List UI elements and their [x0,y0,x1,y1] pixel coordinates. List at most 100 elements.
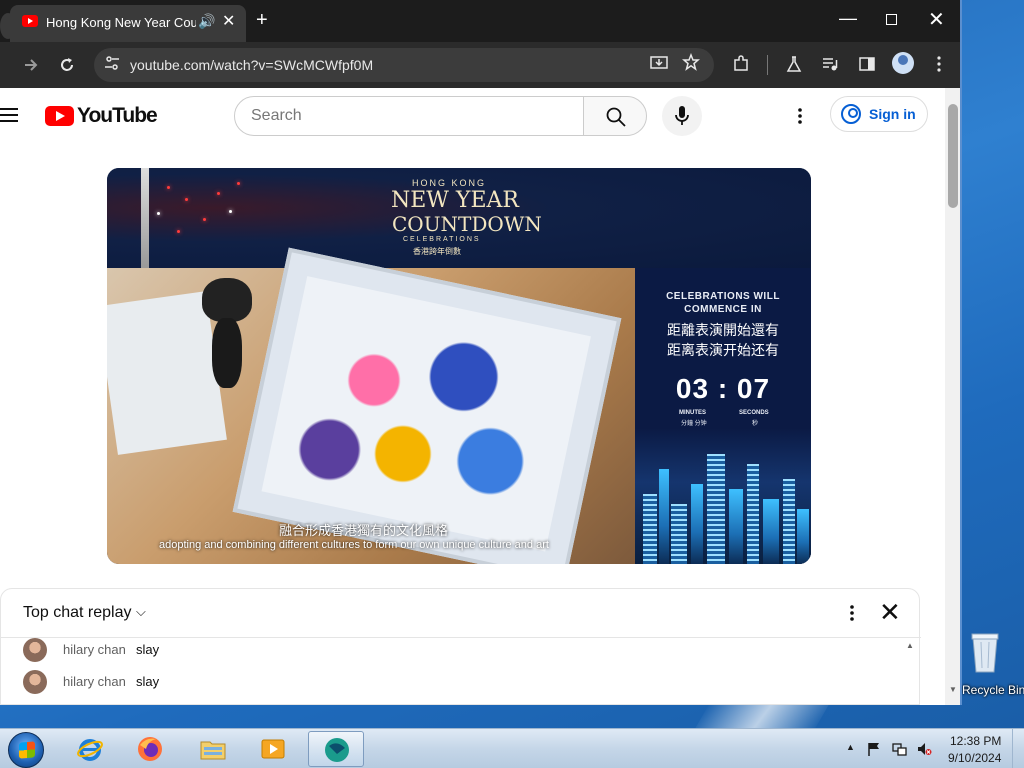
toolbar-separator [767,55,768,75]
address-bar[interactable]: youtube.com/watch?v=SWcMCWfpf0M [94,48,714,82]
windows-logo-icon [19,741,35,759]
chat-scroll-up-icon[interactable]: ▲ [906,641,914,650]
taskbar-firefox[interactable] [122,731,178,767]
city-skyline [635,428,811,564]
tray-overflow-arrow[interactable]: ▲ [846,742,855,752]
site-info-icon[interactable] [104,55,120,71]
tab-strip: Hong Kong New Year Coun 🔊 ✕ + — ✕ [0,0,960,42]
search-input[interactable]: Search [234,96,584,136]
taskbar-media-player[interactable] [245,731,301,767]
youtube-logo-icon[interactable] [45,106,74,126]
chat-author-avatar[interactable] [23,670,47,694]
show-desktop-button[interactable] [1012,729,1024,768]
chat-close-icon[interactable]: ✕ [879,597,901,628]
taskbar-internet-explorer[interactable] [62,731,118,767]
artwork-card-main [232,247,622,564]
guide-menu-icon[interactable] [0,108,18,122]
browser-tab-youtube[interactable]: Hong Kong New Year Coun 🔊 ✕ [0,5,246,42]
network-icon[interactable] [891,741,907,757]
window-maximize-button[interactable] [886,14,897,25]
chat-message-text: slay [136,674,160,689]
countdown-panel: CELEBRATIONS WILL COMMENCE IN 距離表演開始還有 距… [635,268,811,564]
volume-muted-icon[interactable] [916,741,932,757]
skyline-building [643,494,657,564]
forward-icon[interactable] [22,56,40,74]
skyline-building [707,454,725,564]
firework-spark [167,186,170,189]
clock-time[interactable]: 12:38 PM [950,734,1001,748]
firefox-icon [138,737,162,761]
bookmark-star-icon[interactable] [682,53,700,71]
youtube-header: YouTube Search Sign in [0,88,945,144]
chat-mode-selector[interactable]: Top chat replay [23,604,132,622]
skyline-building [691,484,703,564]
overlay-countdown: COUNTDOWN [392,212,542,236]
page-scrollbar-thumb[interactable] [948,104,958,208]
voice-search-button[interactable] [662,96,702,136]
cat-figurine-head [202,278,252,322]
sign-in-label: Sign in [869,106,916,122]
labs-flask-icon[interactable] [785,55,803,73]
window-close-button[interactable]: ✕ [928,7,945,32]
tab-close-icon[interactable]: ✕ [222,11,235,31]
tab-title: Hong Kong New Year Coun [46,15,196,30]
firework-spark [157,212,160,215]
overlay-chinese-title: 香港跨年倒數 [413,247,461,256]
youtube-favicon-icon [22,15,38,27]
microphone-icon [675,106,689,125]
browser-window: Hong Kong New Year Coun 🔊 ✕ + — ✕ youtub… [0,0,962,705]
profile-avatar-icon[interactable] [892,52,914,74]
firework-spark [185,198,188,201]
cat-figurine-body [212,318,242,388]
skyline-building [729,489,743,564]
start-button[interactable] [8,732,44,768]
search-button[interactable] [583,96,647,136]
recycle-bin-icon [971,633,999,673]
video-frame-artwork: 融合形成香港獨有的文化風格 adopting and combining dif… [107,247,635,564]
chat-author-name[interactable]: hilary chan [63,674,126,689]
tower-graphic [141,168,149,268]
video-player[interactable]: HONG KONG NEW YEAR COUNTDOWN CELEBRATION… [107,168,811,564]
taskbar-file-explorer[interactable] [185,731,241,767]
folder-icon [200,741,226,760]
scroll-down-icon[interactable]: ▼ [949,685,957,694]
firework-spark [237,182,240,185]
url-text[interactable]: youtube.com/watch?v=SWcMCWfpf0M [130,57,373,73]
skyline-building [659,469,669,564]
countdown-minutes-cn: 分鐘 分钟 [681,421,707,427]
clock-date[interactable]: 9/10/2024 [948,751,1001,765]
reload-icon[interactable] [58,56,76,74]
video-banner: HONG KONG NEW YEAR COUNTDOWN CELEBRATION… [107,168,811,268]
cat-figurine [197,278,257,388]
browser-menu-icon[interactable] [930,55,948,73]
new-tab-button[interactable]: + [256,9,268,32]
overlay-hong-kong: HONG KONG [412,178,487,188]
countdown-simplified-label: 距离表演开始还有 [667,342,779,358]
install-app-icon[interactable] [650,55,668,71]
page-scrollbar[interactable]: ▼ [945,88,960,705]
youtube-wordmark[interactable]: YouTube [77,104,158,128]
recycle-bin-label: Recycle Bin [962,683,1024,697]
browser-toolbar: youtube.com/watch?v=SWcMCWfpf0M [0,42,960,88]
firework-spark [217,192,220,195]
window-minimize-button[interactable]: — [838,8,858,29]
chat-author-avatar[interactable] [23,638,47,662]
action-center-flag-icon[interactable] [866,741,882,757]
taskbar-browser-active[interactable] [308,731,364,767]
chat-more-icon[interactable] [846,604,858,622]
sign-in-button[interactable]: Sign in [830,96,928,132]
chat-author-name[interactable]: hilary chan [63,642,126,657]
media-controls-icon[interactable] [821,55,839,73]
extensions-icon[interactable] [732,55,750,73]
account-icon [841,104,861,124]
tab-audio-icon[interactable]: 🔊 [198,13,215,30]
media-player-icon [261,739,285,759]
tab-left-edge [0,13,16,39]
settings-more-icon[interactable] [792,107,808,125]
countdown-timer: 03 : 07 [675,373,771,404]
side-panel-icon[interactable] [858,55,876,73]
recycle-bin-shortcut[interactable]: Recycle Bin [962,628,1024,700]
skyline-building [797,509,809,564]
countdown-english-label: CELEBRATIONS WILL COMMENCE IN [666,291,780,315]
chevron-down-icon[interactable]: ⌵ [136,604,146,620]
